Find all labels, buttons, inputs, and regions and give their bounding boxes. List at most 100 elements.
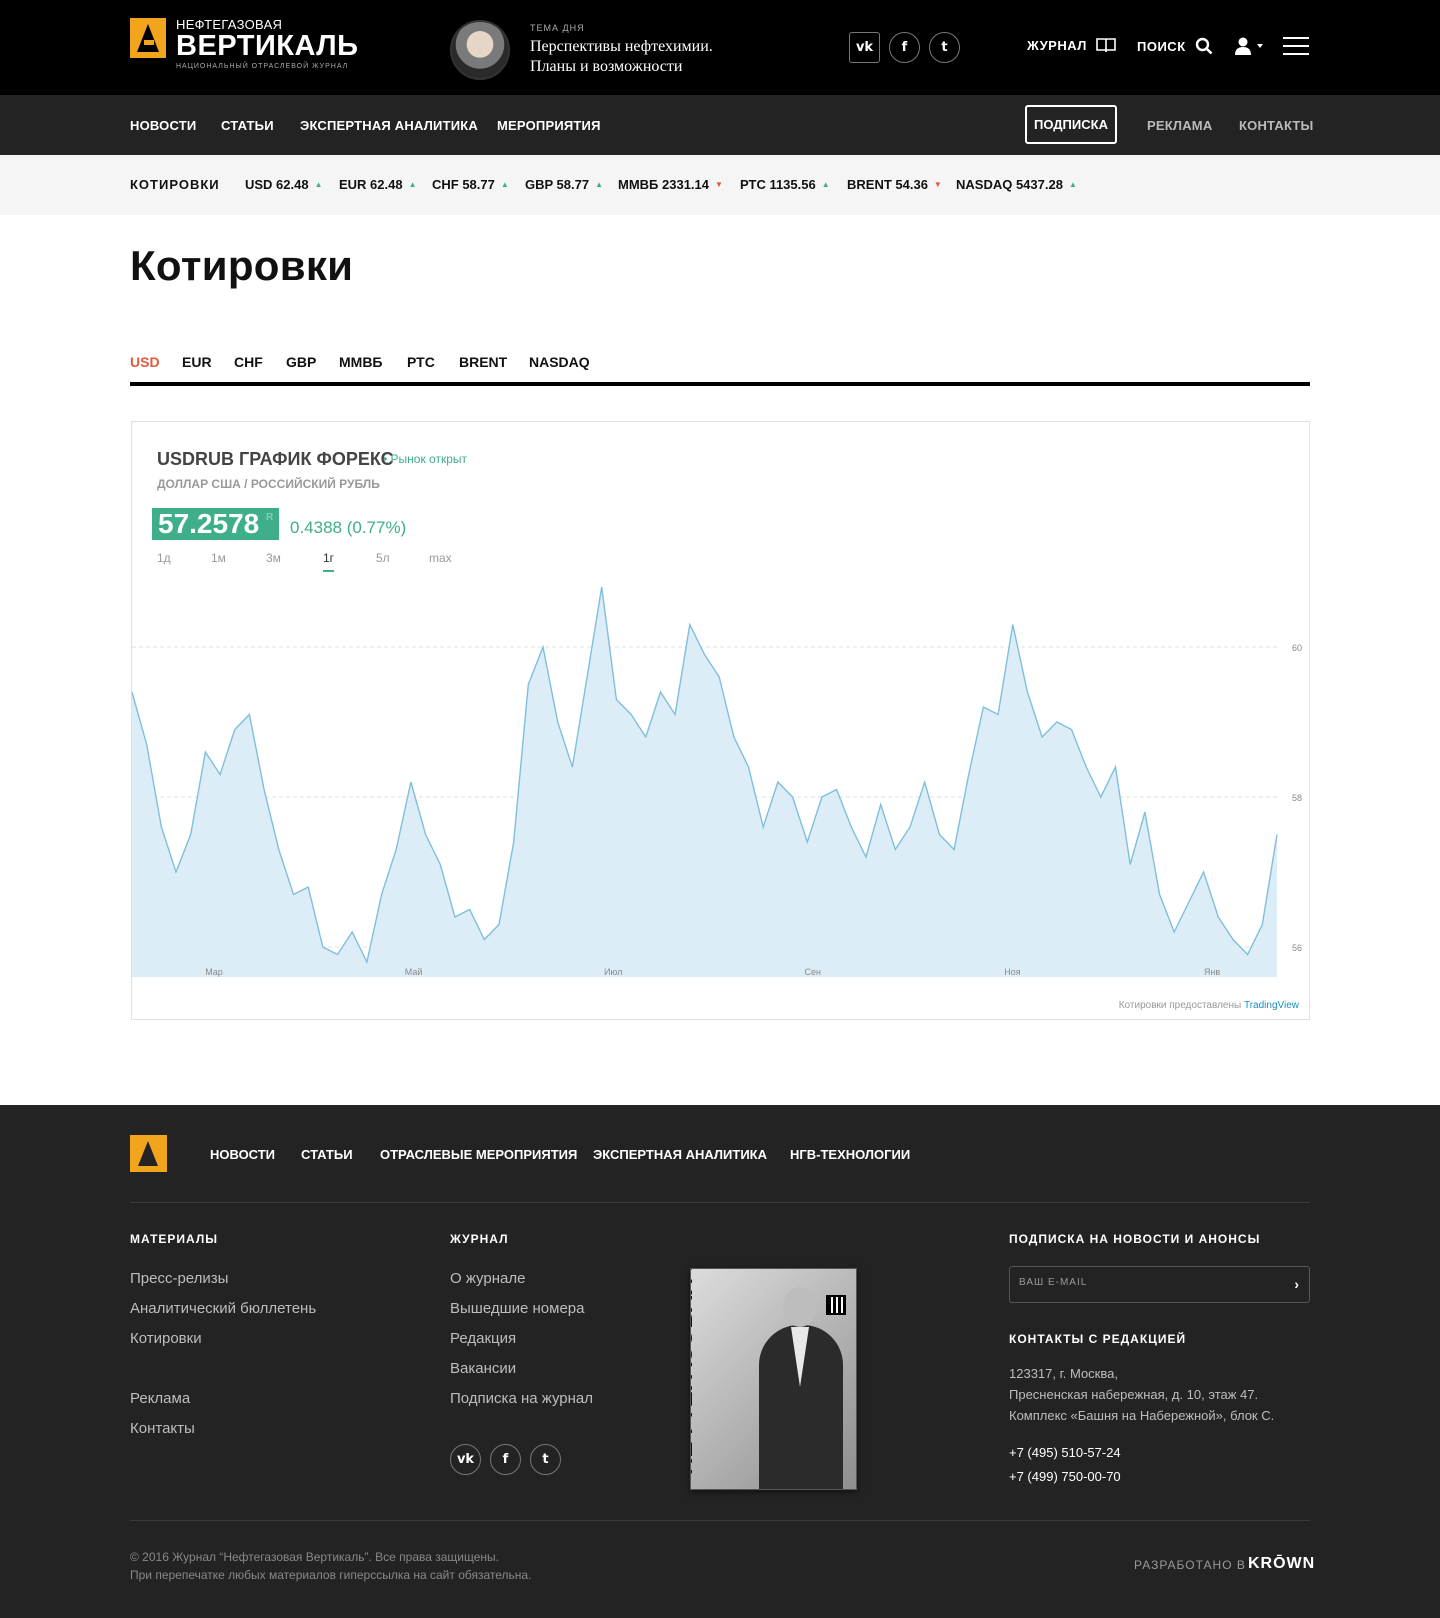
range-1y[interactable]: 1г	[323, 551, 335, 572]
reprint-note: При перепечатке любых материалов гиперсс…	[130, 1568, 532, 1582]
facebook-icon[interactable]: f	[889, 32, 920, 63]
tab-chf[interactable]: CHF	[234, 354, 263, 370]
link-contacts[interactable]: Контакты	[130, 1420, 195, 1437]
nav-ads[interactable]: РЕКЛАМА	[1147, 118, 1212, 133]
ticker-item-usd[interactable]: USD 62.48 ▲	[245, 177, 323, 192]
twitter-icon[interactable]: t	[530, 1444, 561, 1475]
ticker-item-brent[interactable]: BRENT 54.36 ▼	[847, 177, 942, 192]
arrow-up-icon: ▲	[1068, 180, 1077, 189]
footer-nav-events[interactable]: ОТРАСЛЕВЫЕ МЕРОПРИЯТИЯ	[380, 1147, 577, 1162]
chart-credit: Котировки предоставлены TradingView	[1118, 1000, 1299, 1011]
range-max[interactable]: max	[429, 551, 452, 565]
page-title: Котировки	[130, 242, 354, 289]
tab-rts[interactable]: РТС	[407, 354, 435, 370]
footer-nav-analytics[interactable]: ЭКСПЕРТНАЯ АНАЛИТИКА	[593, 1147, 767, 1162]
link-past-issues[interactable]: Вышедшие номера	[450, 1300, 584, 1317]
twitter-icon[interactable]: t	[929, 32, 960, 63]
cover-photo	[753, 1287, 849, 1489]
current-price: 57.2578 R	[152, 508, 280, 540]
email-field[interactable]	[1019, 1277, 1259, 1288]
link-press-releases[interactable]: Пресс-релизы	[130, 1270, 228, 1287]
link-quotes[interactable]: Котировки	[130, 1330, 202, 1347]
arrow-up-icon: ▲	[314, 180, 323, 189]
copyright: © 2016 Журнал “Нефтегазовая Вертикаль”. …	[130, 1550, 499, 1564]
nav-events[interactable]: МЕРОПРИЯТИЯ	[497, 118, 601, 133]
link-editorial[interactable]: Редакция	[450, 1330, 516, 1347]
subscribe-button[interactable]: ПОДПИСКА	[1025, 105, 1117, 144]
developer-brand[interactable]: KRŌWN	[1248, 1555, 1315, 1573]
tab-gbp[interactable]: GBP	[286, 354, 316, 370]
footer-divider	[130, 1202, 1310, 1203]
phone-number[interactable]: +7 (495) 510-57-24	[1009, 1445, 1121, 1460]
link-ads[interactable]: Реклама	[130, 1390, 190, 1407]
x-tick-label: Ноя	[1004, 967, 1021, 977]
chart-widget: USDRUB ГРАФИК ФОРЕКС • Рынок открыт ДОЛЛ…	[131, 421, 1310, 1020]
nav-news[interactable]: НОВОСТИ	[130, 118, 196, 133]
ticker-item-gbp[interactable]: GBP 58.77 ▲	[525, 177, 603, 192]
x-tick-label: Янв	[1204, 967, 1220, 977]
chevron-right-icon[interactable]: ›	[1294, 1276, 1299, 1292]
price-currency: R	[265, 512, 274, 523]
chart-title: USDRUB ГРАФИК ФОРЕКС	[157, 449, 394, 469]
link-about-journal[interactable]: О журнале	[450, 1270, 525, 1287]
arrow-down-icon: ▼	[933, 180, 942, 189]
ticker-item-micex[interactable]: ММВБ 2331.14 ▼	[618, 177, 723, 192]
user-menu[interactable]	[1234, 37, 1264, 55]
nav-contacts[interactable]: КОНТАКТЫ	[1239, 118, 1313, 133]
nav-analytics[interactable]: ЭКСПЕРТНАЯ АНАЛИТИКА	[300, 118, 478, 133]
range-1d[interactable]: 1д	[157, 551, 171, 565]
tab-eur[interactable]: EUR	[182, 354, 212, 370]
book-icon	[1096, 37, 1116, 53]
topic-avatar	[450, 20, 510, 80]
footer-nav-articles[interactable]: СТАТЬИ	[301, 1147, 353, 1162]
quote-tabs: USD EUR CHF GBP ММВБ РТС BRENT NASDAQ	[130, 352, 1310, 386]
tab-brent[interactable]: BRENT	[459, 354, 507, 370]
footer-nav-news[interactable]: НОВОСТИ	[210, 1147, 275, 1162]
ticker-item-nasdaq[interactable]: NASDAQ 5437.28 ▲	[956, 177, 1077, 192]
footer-nav-technologies[interactable]: НГВ-ТЕХНОЛОГИИ	[790, 1147, 910, 1162]
arrow-up-icon: ▲	[821, 180, 830, 189]
range-5y[interactable]: 5л	[376, 551, 390, 565]
search-label: ПОИСК	[1137, 38, 1186, 54]
market-status: • Рынок открыт	[383, 452, 467, 466]
footer-divider	[130, 1520, 1310, 1521]
link-analytic-bulletin[interactable]: Аналитический бюллетень	[130, 1300, 316, 1317]
ticker-label: КОТИРОВКИ	[130, 177, 220, 192]
vk-icon[interactable]: vk	[450, 1444, 481, 1475]
contacts-heading: КОНТАКТЫ С РЕДАКЦИЕЙ	[1009, 1332, 1187, 1346]
developer-label: РАЗРАБОТАНО В	[1134, 1558, 1246, 1572]
topic-of-day[interactable]: ТЕМА ДНЯ Перспективы нефтехимии. Планы и…	[450, 20, 713, 80]
phone-number[interactable]: +7 (499) 750-00-70	[1009, 1469, 1121, 1484]
x-tick-label: Май	[405, 967, 423, 977]
burger-menu-icon[interactable]	[1283, 37, 1309, 57]
price-change: 0.4388 (0.77%)	[290, 518, 407, 537]
journal-cover[interactable]: НЕФТЕГАЗОВАЯ ВЕРТИКАЛЬ	[690, 1268, 857, 1490]
link-journal-subscription[interactable]: Подписка на журнал	[450, 1390, 593, 1407]
tab-usd[interactable]: USD	[130, 354, 160, 370]
email-field-wrap: ›	[1009, 1266, 1310, 1303]
footer-logo-icon[interactable]	[130, 1135, 167, 1172]
top-bar: НЕФТЕГАЗОВАЯ ВЕРТИКАЛЬ национальный отра…	[0, 0, 1440, 95]
facebook-icon[interactable]: f	[490, 1444, 521, 1475]
nav-articles[interactable]: СТАТЬИ	[221, 118, 274, 133]
y-tick-label: 56	[1292, 943, 1302, 953]
ticker-item-chf[interactable]: CHF 58.77 ▲	[432, 177, 509, 192]
tab-nasdaq[interactable]: NASDAQ	[529, 354, 590, 370]
ticker-item-rts[interactable]: РТС 1135.56 ▲	[740, 177, 830, 192]
header-social: vk f t	[849, 32, 960, 63]
ticker-item-eur[interactable]: EUR 62.48 ▲	[339, 177, 417, 192]
vk-icon[interactable]: vk	[849, 32, 880, 63]
site-logo[interactable]: НЕФТЕГАЗОВАЯ ВЕРТИКАЛЬ национальный отра…	[130, 18, 359, 70]
price-chart[interactable]: 56 58 60 Мар Май Июл Сен Ноя Янв	[132, 572, 1310, 997]
address-line: Пресненская набережная, д. 10, этаж 47.	[1009, 1387, 1259, 1402]
materials-heading: МАТЕРИАЛЫ	[130, 1232, 219, 1246]
range-3m[interactable]: 3м	[266, 551, 281, 565]
tradingview-link[interactable]: TradingView	[1244, 1000, 1299, 1011]
range-1m[interactable]: 1м	[211, 551, 226, 565]
link-vacancies[interactable]: Вакансии	[450, 1360, 516, 1377]
search-link[interactable]: ПОИСК	[1137, 37, 1213, 55]
arrow-up-icon: ▲	[500, 180, 509, 189]
tab-micex[interactable]: ММВБ	[339, 354, 383, 370]
journal-link[interactable]: ЖУРНАЛ	[1027, 37, 1116, 53]
address-line: 123317, г. Москва,	[1009, 1366, 1118, 1381]
